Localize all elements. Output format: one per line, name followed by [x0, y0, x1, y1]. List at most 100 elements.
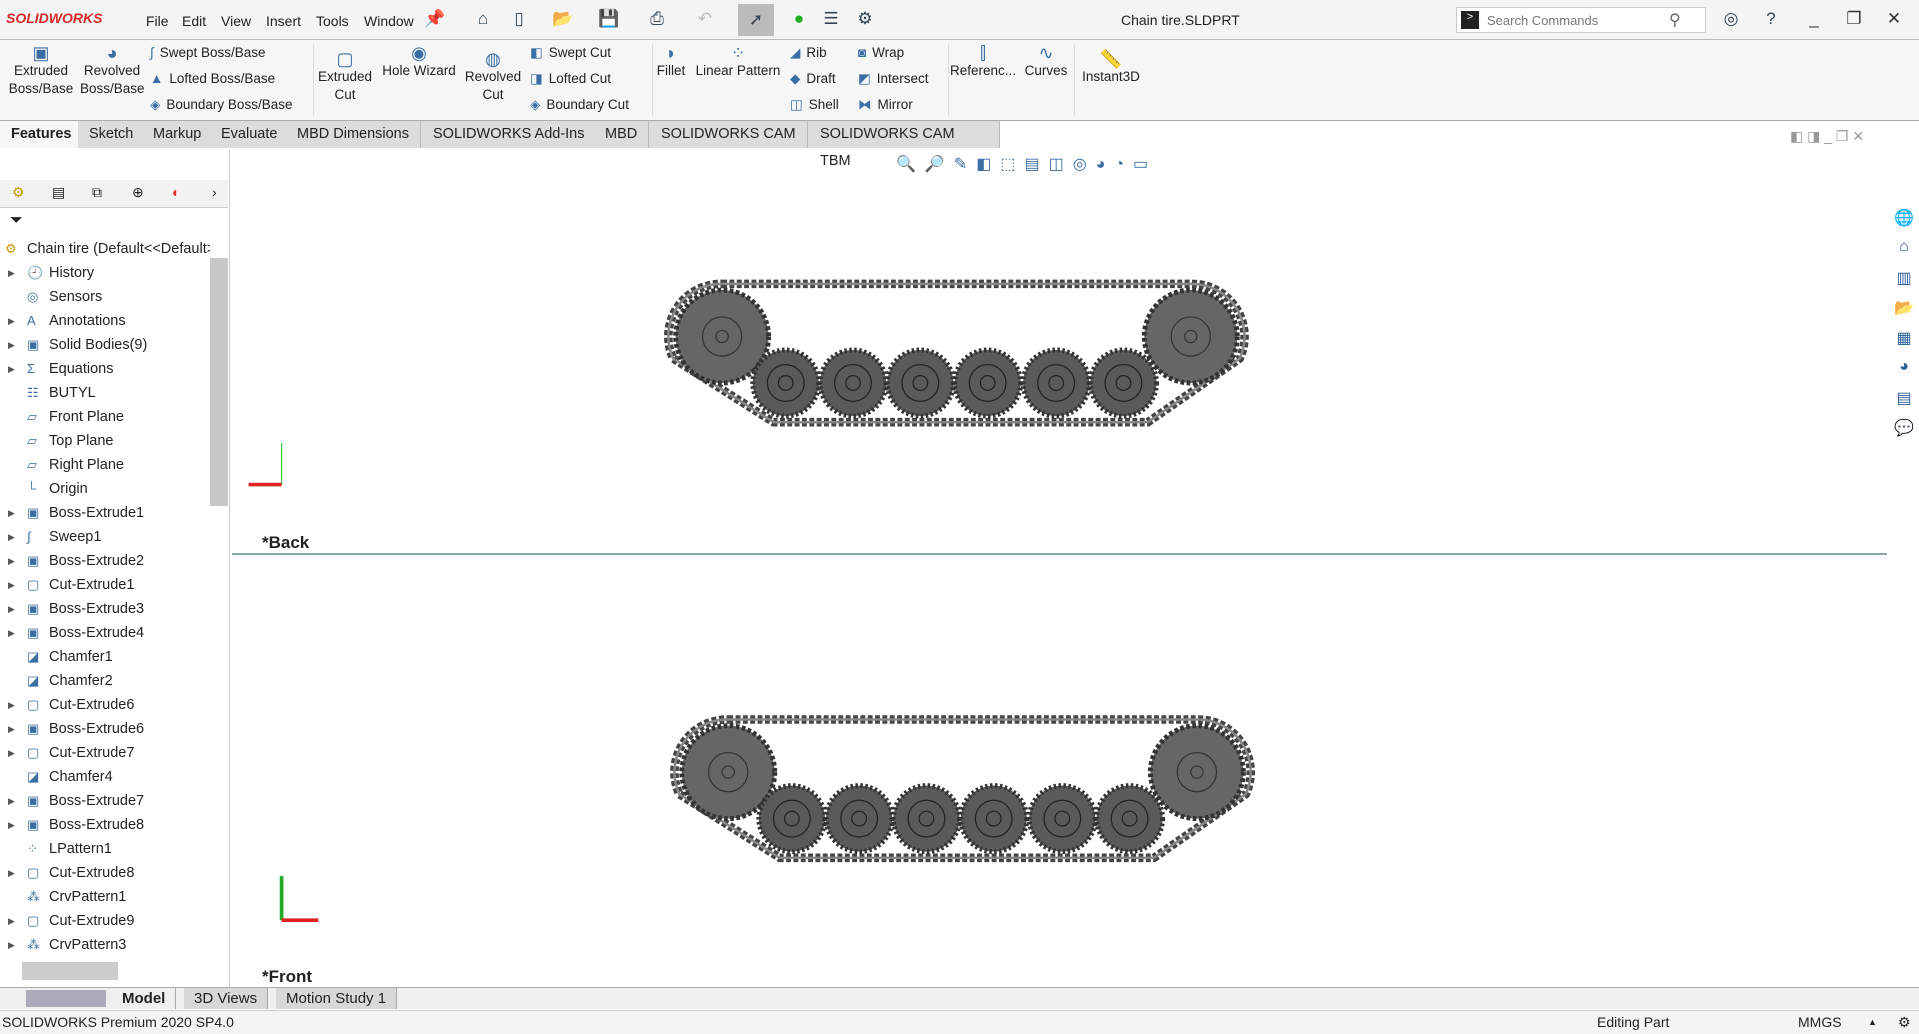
hole-wizard-button[interactable]: ◉ Hole Wizard: [380, 44, 458, 80]
revolved-boss-button[interactable]: ◕ Revolved Boss/Base: [80, 44, 145, 98]
expand-arrow-icon[interactable]: ▶: [8, 309, 15, 333]
tab-solidworks-cam[interactable]: SOLIDWORKS CAM: [650, 121, 808, 148]
help-icon[interactable]: ?: [1760, 9, 1782, 31]
restore-icon[interactable]: ❐: [1843, 9, 1865, 31]
expand-arrow-icon[interactable]: ▶: [8, 741, 15, 765]
property-manager-tab-icon[interactable]: ▤: [52, 184, 65, 201]
unit-system[interactable]: MMGS: [1798, 1011, 1842, 1033]
expand-arrow-icon[interactable]: ▶: [8, 789, 15, 813]
menu-insert[interactable]: Insert: [266, 13, 301, 29]
extruded-boss-button[interactable]: ▣ Extruded Boss/Base: [6, 44, 76, 98]
filter-icon[interactable]: ⏷: [10, 212, 23, 230]
tab-evaluate[interactable]: Evaluate: [210, 121, 290, 148]
draft-button[interactable]: ◆ Draft: [790, 71, 836, 87]
tab-mbd-dimensions[interactable]: MBD Dimensions: [286, 121, 421, 148]
heads-up-view-toolbar[interactable]: 🔍🔎✎◧⬚▤◫◎◕◔▭: [896, 154, 1246, 176]
swept-cut-button[interactable]: ◧ Swept Cut: [530, 45, 611, 61]
extruded-cut-button[interactable]: ▢ Extruded Cut: [316, 50, 374, 104]
menu-view[interactable]: View: [221, 13, 251, 29]
linear-pattern-button[interactable]: ⁘ Linear Pattern: [692, 44, 784, 80]
tree-scrollbar-thumb[interactable]: [210, 258, 228, 506]
close-icon[interactable]: ✕: [1883, 9, 1905, 31]
expand-arrow-icon[interactable]: ▶: [8, 549, 15, 573]
tab-mbd[interactable]: MBD: [594, 121, 650, 148]
expand-arrow-icon[interactable]: ▶: [8, 357, 15, 381]
tree-item[interactable]: ⁂ CrvPattern1: [0, 885, 210, 909]
solidworks-resources-icon[interactable]: 🌐: [1891, 208, 1917, 236]
home-icon[interactable]: ⌂: [472, 9, 494, 31]
mirror-button[interactable]: ⧓ Mirror: [858, 97, 913, 113]
dimxpert-tab-icon[interactable]: ⊕: [132, 184, 144, 201]
boundary-cut-button[interactable]: ◈ Boundary Cut: [530, 97, 629, 113]
search-icon[interactable]: ⚲: [1669, 10, 1681, 30]
expand-arrow-icon[interactable]: ▶: [8, 717, 15, 741]
pin-icon[interactable]: 📌: [424, 9, 446, 31]
fillet-button[interactable]: ◗ Fillet: [654, 44, 688, 80]
tree-item[interactable]: ▶ ▣ Boss-Extrude3: [0, 597, 210, 621]
options-gear-icon[interactable]: ⚙: [854, 9, 876, 31]
tree-item[interactable]: ▶ ▣ Boss-Extrude4: [0, 621, 210, 645]
print-icon[interactable]: ⎙: [646, 9, 668, 31]
expand-arrow-icon[interactable]: ▶: [8, 861, 15, 885]
shell-button[interactable]: ◫ Shell: [790, 97, 839, 113]
tree-item[interactable]: ◪ Chamfer1: [0, 645, 210, 669]
expand-arrow-icon[interactable]: ▶: [8, 525, 15, 549]
expand-arrow-icon[interactable]: ▶: [8, 693, 15, 717]
file-explorer-icon[interactable]: 📂: [1891, 298, 1917, 326]
search-commands-input[interactable]: > Search Commands ⚲: [1456, 7, 1706, 33]
expand-arrow-icon[interactable]: ▶: [8, 813, 15, 837]
tab-scroll-arrows[interactable]: [26, 990, 106, 1007]
reference-geometry-button[interactable]: ⫿ Referenc...: [950, 44, 1016, 80]
save-icon[interactable]: 💾: [598, 9, 620, 31]
menu-tools[interactable]: Tools: [316, 13, 349, 29]
expand-arrow-icon[interactable]: ▶: [8, 261, 15, 285]
tree-item[interactable]: ▶ ▢ Cut-Extrude7: [0, 741, 210, 765]
user-account-icon[interactable]: ◎: [1720, 9, 1742, 31]
home-task-pane-icon[interactable]: ⌂: [1891, 238, 1917, 266]
tree-item[interactable]: ▱ Front Plane: [0, 405, 210, 429]
tree-item[interactable]: ▶ ▣ Solid Bodies(9): [0, 333, 210, 357]
tree-item[interactable]: ▶ ▣ Boss-Extrude8: [0, 813, 210, 837]
notification-icon[interactable]: ⚙: [1898, 1011, 1911, 1033]
expand-arrow-icon[interactable]: ▶: [8, 501, 15, 525]
tree-item[interactable]: ▶ ▣ Boss-Extrude2: [0, 549, 210, 573]
tab-solidworks-add-ins[interactable]: SOLIDWORKS Add-Ins: [422, 121, 597, 148]
tree-item[interactable]: ◪ Chamfer4: [0, 765, 210, 789]
display-manager-tab-icon[interactable]: ◐: [172, 184, 180, 200]
tree-item[interactable]: ◪ Chamfer2: [0, 669, 210, 693]
tree-item[interactable]: ▶ Σ Equations: [0, 357, 210, 381]
forum-icon[interactable]: 💬: [1891, 418, 1917, 446]
lofted-boss-button[interactable]: ▲ Lofted Boss/Base: [150, 71, 275, 86]
tree-item[interactable]: ▶ ▣ Boss-Extrude6: [0, 717, 210, 741]
feature-manager-tab-icon[interactable]: ⚙: [12, 184, 25, 201]
intersect-button[interactable]: ◩ Intersect: [858, 71, 929, 87]
tree-root[interactable]: ⚙ Chain tire (Default<<Default>: [0, 237, 210, 261]
tree-item[interactable]: ▶ ⁂ CrvPattern3: [0, 933, 210, 957]
horizontal-scrollbar-thumb[interactable]: [22, 962, 118, 980]
expand-arrow-icon[interactable]: ▶: [8, 597, 15, 621]
tab-sketch[interactable]: Sketch: [78, 121, 146, 148]
custom-properties-icon[interactable]: ▤: [1891, 388, 1917, 416]
tree-item[interactable]: ▶ ▢ Cut-Extrude1: [0, 573, 210, 597]
design-library-icon[interactable]: ▥: [1891, 268, 1917, 296]
tree-item[interactable]: ▶ ∫ Sweep1: [0, 525, 210, 549]
lofted-cut-button[interactable]: ◨ Lofted Cut: [530, 71, 611, 87]
tree-item[interactable]: ▱ Right Plane: [0, 453, 210, 477]
curves-button[interactable]: ∿ Curves: [1018, 44, 1074, 80]
tree-item[interactable]: ☷ BUTYL: [0, 381, 210, 405]
tab-features[interactable]: Features: [0, 121, 84, 148]
tab-model[interactable]: Model: [112, 988, 177, 1009]
open-icon[interactable]: 📂: [552, 9, 574, 31]
new-document-icon[interactable]: ▯: [508, 9, 530, 31]
tree-item[interactable]: ▶ ▣ Boss-Extrude1: [0, 501, 210, 525]
expand-arrow-icon[interactable]: ▶: [8, 909, 15, 933]
rib-button[interactable]: ◢ Rib: [790, 45, 827, 61]
tree-item[interactable]: ▶ ▢ Cut-Extrude9: [0, 909, 210, 933]
swept-boss-button[interactable]: ∫ Swept Boss/Base: [150, 45, 266, 60]
select-pointer-icon[interactable]: ➚: [738, 4, 774, 36]
configuration-manager-tab-icon[interactable]: ⧉: [92, 184, 102, 201]
expand-arrow-icon[interactable]: ▶: [8, 933, 15, 957]
tree-item[interactable]: ▱ Top Plane: [0, 429, 210, 453]
tree-item[interactable]: ⁘ LPattern1: [0, 837, 210, 861]
tree-item[interactable]: ▶ ▢ Cut-Extrude6: [0, 693, 210, 717]
